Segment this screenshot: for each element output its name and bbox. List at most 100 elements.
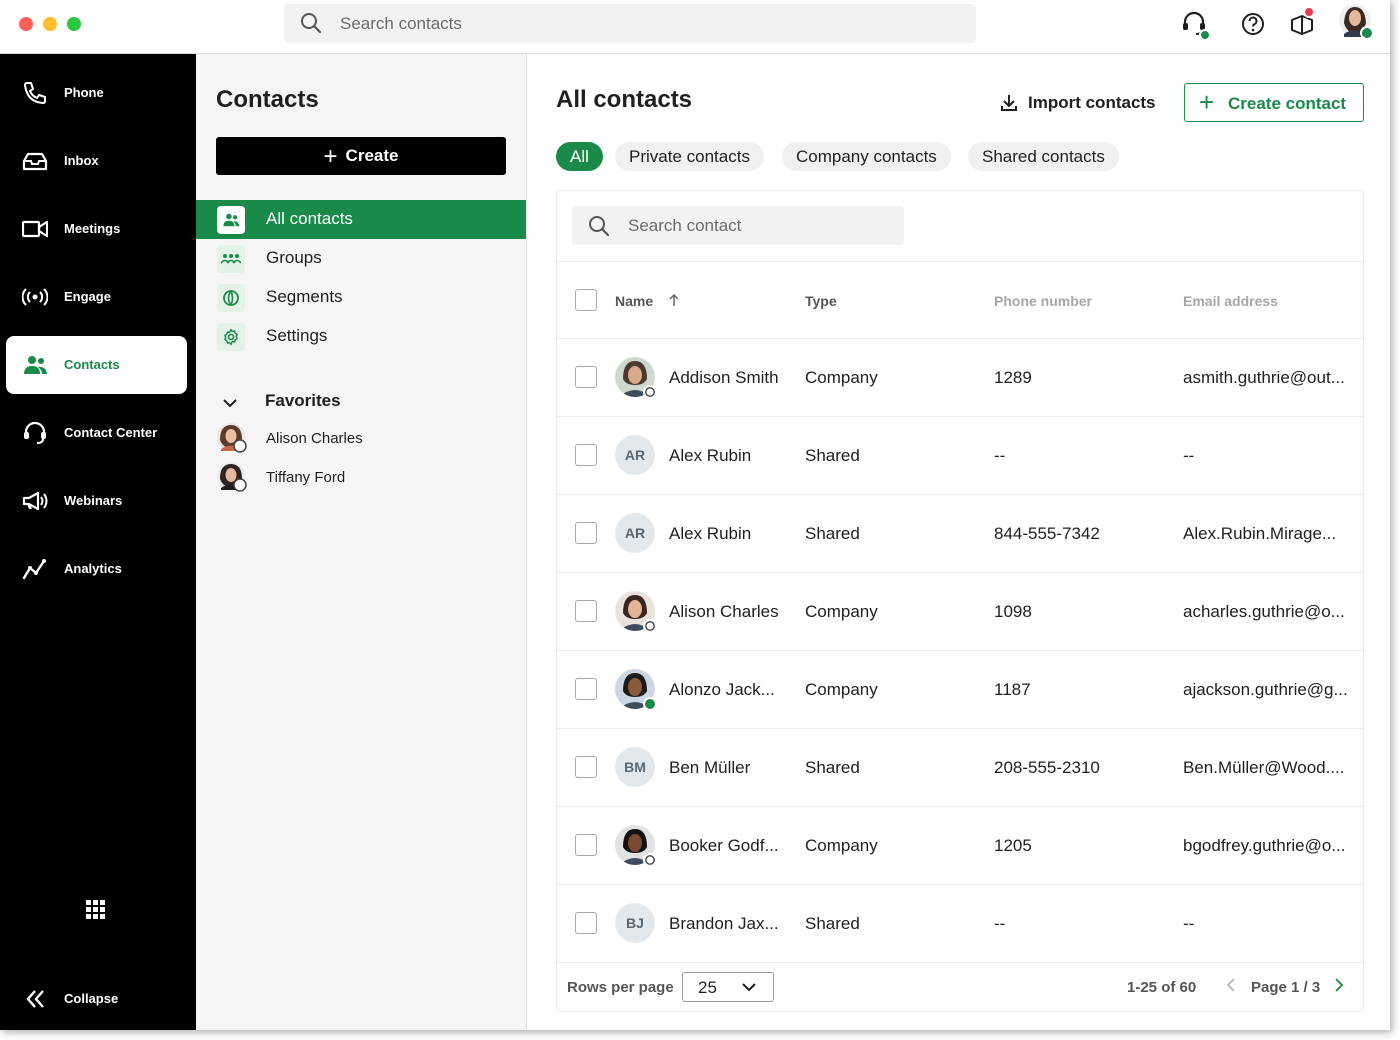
table-row[interactable]: AR Alex Rubin Shared -- -- <box>557 417 1363 495</box>
table-row[interactable]: Addison Smith Company 1289 asmith.guthrie@o… <box>557 339 1363 417</box>
help-button[interactable] <box>1239 10 1269 40</box>
filter-chip-company[interactable]: Company contacts <box>782 142 951 171</box>
cell-name[interactable]: Alex Rubin <box>669 524 751 544</box>
whats-new-button[interactable] <box>1288 6 1318 40</box>
nav-item-contacts[interactable]: Contacts <box>6 336 187 394</box>
cell-name[interactable]: Addison Smith <box>669 368 779 388</box>
minimize-window-button[interactable] <box>43 17 57 31</box>
favorites-toggle[interactable]: Favorites <box>216 388 516 418</box>
sidebar-item-all-contacts[interactable]: All contacts <box>196 200 526 239</box>
table-row[interactable]: BJ Brandon Jax... Shared -- -- <box>557 885 1363 963</box>
filter-chip-private[interactable]: Private contacts <box>615 142 764 171</box>
headset-icon <box>24 421 46 444</box>
row-checkbox[interactable] <box>575 366 597 388</box>
filter-chip-all[interactable]: All <box>556 142 603 171</box>
row-checkbox[interactable] <box>575 678 597 700</box>
nav-item-label: Contacts <box>64 357 120 372</box>
apps-grid-icon[interactable] <box>86 900 106 920</box>
contacts-icon <box>24 356 47 374</box>
inbox-icon <box>22 152 48 171</box>
global-search-input[interactable]: Search contacts <box>284 4 976 43</box>
import-contacts-label: Import contacts <box>1028 93 1156 112</box>
favorite-name: Tiffany Ford <box>266 469 346 486</box>
user-avatar[interactable] <box>1338 3 1374 41</box>
chevron-right-icon[interactable] <box>1333 977 1345 993</box>
sort-ascending-icon[interactable] <box>668 293 680 307</box>
nav-item-engage[interactable]: Engage <box>6 268 187 326</box>
nav-item-meetings[interactable]: Meetings <box>6 200 187 258</box>
column-header-name[interactable]: Name <box>615 293 653 309</box>
cell-name[interactable]: Alonzo Jack... <box>669 680 775 700</box>
column-header-phone[interactable]: Phone number <box>994 293 1092 309</box>
rows-per-page-label: Rows per page <box>567 979 674 996</box>
contact-center-status-button[interactable] <box>1180 10 1211 41</box>
contact-avatar: AR <box>615 513 655 553</box>
chevron-left-icon[interactable] <box>1225 977 1237 993</box>
contact-avatar: BJ <box>615 903 655 943</box>
sidebar-item-groups[interactable]: Groups <box>196 239 526 278</box>
cell-name[interactable]: Ben Müller <box>669 758 750 778</box>
nav-item-contact-center[interactable]: Contact Center <box>6 404 187 462</box>
favorite-avatar <box>217 462 247 492</box>
nav-item-webinars[interactable]: Webinars <box>6 472 187 530</box>
select-all-checkbox[interactable] <box>575 289 597 311</box>
cell-name[interactable]: Alex Rubin <box>669 446 751 466</box>
cell-email: Ben.Müller@Wood.... <box>1183 758 1345 777</box>
row-checkbox[interactable] <box>575 912 597 934</box>
favorite-item[interactable]: Tiffany Ford <box>216 461 516 495</box>
column-header-email[interactable]: Email address <box>1183 293 1278 309</box>
video-icon <box>22 220 48 238</box>
table-row[interactable]: BM Ben Müller Shared 208-555-2310 Ben.Müller… <box>557 729 1363 807</box>
cell-name[interactable]: Booker Godf... <box>669 836 779 856</box>
row-checkbox[interactable] <box>575 834 597 856</box>
phone-icon <box>24 82 46 104</box>
contact-search-input[interactable]: Search contact <box>572 206 904 245</box>
rows-per-page-value: 25 <box>698 978 717 997</box>
contact-search-placeholder: Search contact <box>628 216 742 235</box>
cell-phone: 1289 <box>994 368 1032 387</box>
table-row[interactable]: Booker Godf... Company 1205 bgodfrey.guthri… <box>557 807 1363 885</box>
nav-item-analytics[interactable]: Analytics <box>6 540 187 598</box>
column-header-type[interactable]: Type <box>805 293 837 309</box>
collapse-label: Collapse <box>64 991 119 1006</box>
create-button[interactable]: + Create <box>216 137 506 175</box>
table-row[interactable]: Alison Charles Company 1098 acharles.guthri… <box>557 573 1363 651</box>
nav-item-label: Inbox <box>64 153 99 168</box>
page-indicator: Page 1 / 3 <box>1251 979 1321 996</box>
available-status-dot <box>1199 29 1211 41</box>
gear-icon <box>217 323 245 351</box>
contact-avatar: BM <box>615 747 655 787</box>
help-icon <box>1242 13 1264 35</box>
cell-email: Alex.Rubin.Mirage... <box>1183 524 1337 543</box>
filter-chip-shared[interactable]: Shared contacts <box>968 142 1119 171</box>
row-checkbox[interactable] <box>575 600 597 622</box>
row-checkbox[interactable] <box>575 756 597 778</box>
collapse-nav-button[interactable]: Collapse <box>6 972 187 1024</box>
contact-photo <box>615 669 657 711</box>
nav-item-inbox[interactable]: Inbox <box>6 132 187 190</box>
rows-per-page-select[interactable]: 25 <box>682 972 774 1002</box>
cell-type: Company <box>805 680 878 699</box>
favorite-item[interactable]: Alison Charles <box>216 422 516 456</box>
cell-email: -- <box>1183 446 1195 465</box>
create-button-label: Create <box>345 146 399 165</box>
contacts-icon <box>217 206 245 234</box>
nav-item-phone[interactable]: Phone <box>6 64 187 122</box>
user-online-dot <box>1360 26 1374 40</box>
cell-name[interactable]: Brandon Jax... <box>669 914 779 934</box>
close-window-button[interactable] <box>19 17 33 31</box>
row-checkbox[interactable] <box>575 522 597 544</box>
cell-type: Company <box>805 836 878 855</box>
title-bar: Search contacts <box>0 0 1390 54</box>
table-row[interactable]: AR Alex Rubin Shared 844-555-7342 Alex.Rubin… <box>557 495 1363 573</box>
row-checkbox[interactable] <box>575 444 597 466</box>
cell-name[interactable]: Alison Charles <box>669 602 779 622</box>
table-row[interactable]: Alonzo Jack... Company 1187 ajackson.guthri… <box>557 651 1363 729</box>
zoom-window-button[interactable] <box>67 17 81 31</box>
sidebar-item-settings[interactable]: Settings <box>196 317 526 356</box>
table-header: Name Type Phone number Email address <box>557 261 1363 339</box>
create-contact-label: Create contact <box>1228 94 1347 113</box>
search-icon <box>589 216 610 237</box>
sidebar-item-segments[interactable]: Segments <box>196 278 526 317</box>
create-contact-button[interactable]: + Create contact <box>1184 83 1364 122</box>
